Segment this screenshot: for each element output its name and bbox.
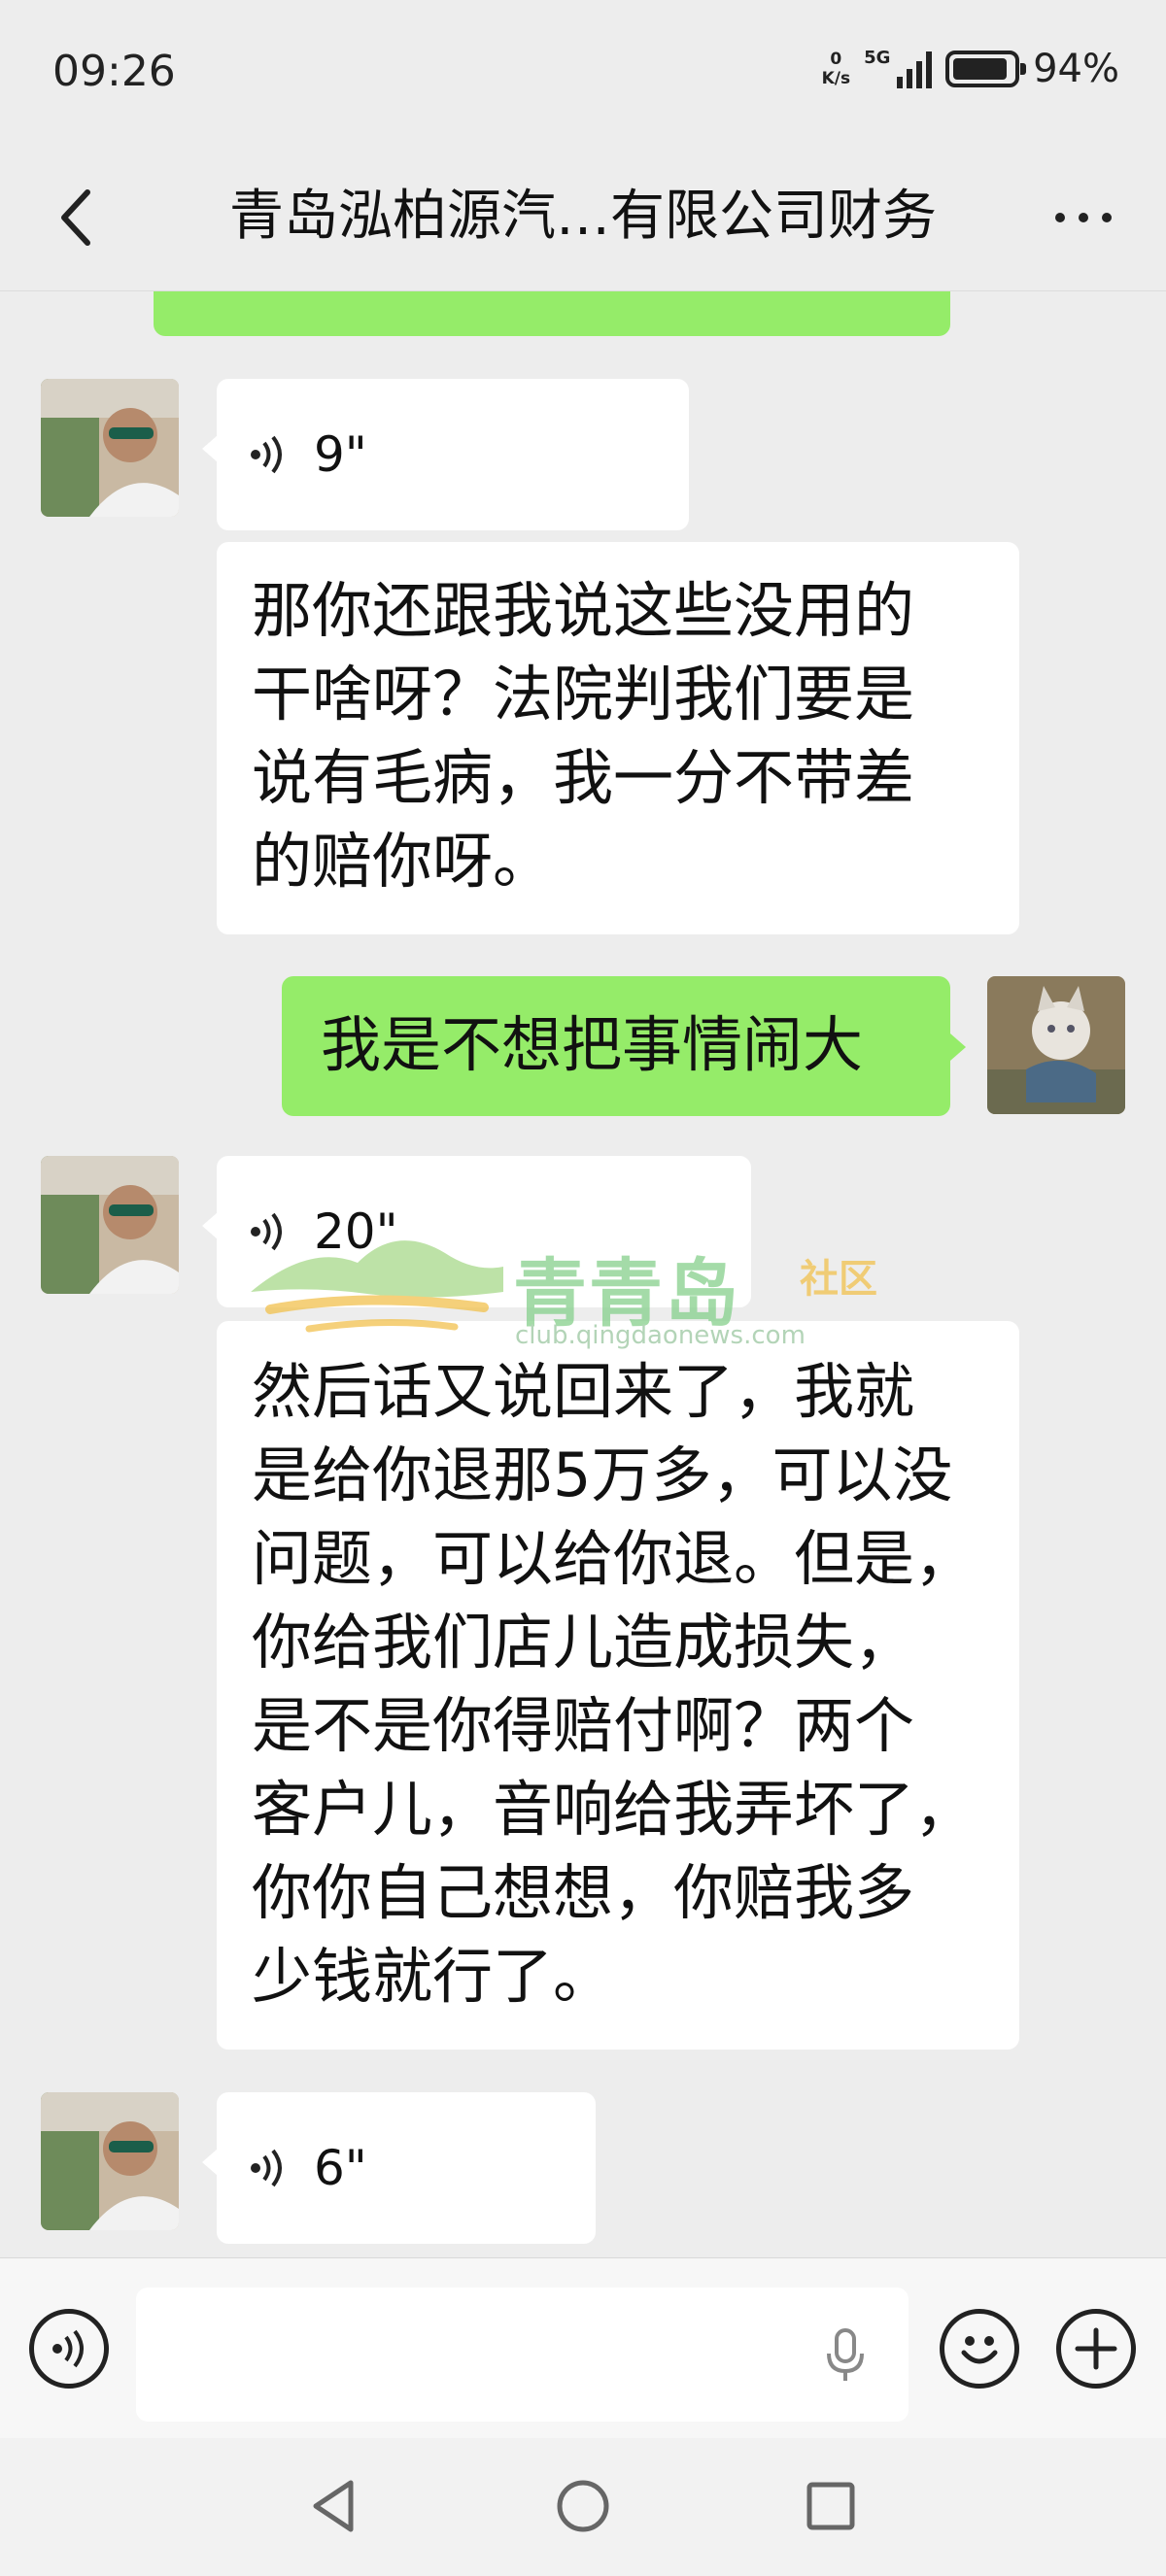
voice-wave-icon [251, 2149, 282, 2187]
signal-bar [897, 77, 904, 88]
message-input[interactable] [136, 2288, 909, 2422]
system-home-icon[interactable] [554, 2477, 612, 2535]
avatar[interactable] [41, 1156, 179, 1294]
avatar[interactable] [41, 2092, 179, 2230]
battery-icon [945, 51, 1027, 87]
network-type: 5G [864, 48, 891, 68]
status-bar: 09:26 0 K/s 5G 94% [0, 0, 1166, 146]
voice-message[interactable]: 9" [217, 379, 689, 530]
signal-icon: 5G [864, 48, 933, 88]
signal-bar [916, 61, 923, 88]
microphone-icon[interactable] [821, 2326, 870, 2385]
message-text: 我是不想把事情闹大 [321, 1009, 864, 1080]
message-bubble-outgoing[interactable]: 我是不想把事情闹大 [282, 976, 950, 1116]
chat-title: 青岛泓柏源汽…有限公司财务 [229, 185, 937, 248]
message-bubble-outgoing[interactable] [154, 291, 950, 336]
network-speed-unit: K/s [821, 69, 851, 88]
system-recents-icon[interactable] [802, 2477, 860, 2535]
network-speed-value: 0 [830, 50, 842, 69]
more-dots-icon[interactable] [1040, 181, 1127, 254]
chevron-left-icon[interactable] [47, 181, 105, 254]
input-bar [0, 2257, 1166, 2438]
voice-duration: 6" [314, 2140, 367, 2196]
message-list[interactable]: 9" 那你还跟我说这些没用的 干啥呀？法院判我们要是 说有毛病，我一分不带差 的… [0, 291, 1166, 2257]
system-navigation-bar [0, 2438, 1166, 2576]
voice-duration: 9" [314, 426, 367, 483]
status-time: 09:26 [52, 47, 176, 96]
emoji-icon[interactable] [940, 2309, 1019, 2389]
plus-icon[interactable] [1056, 2309, 1136, 2389]
avatar[interactable] [987, 976, 1125, 1114]
message-text: 那你还跟我说这些没用的 干啥呀？法院判我们要是 说有毛病，我一分不带差 的赔你呀… [252, 575, 915, 897]
chat-header: 青岛泓柏源汽…有限公司财务 [0, 146, 1166, 291]
voice-wave-icon [251, 435, 282, 474]
voice-message[interactable]: 20" [217, 1156, 751, 1307]
avatar[interactable] [41, 379, 179, 517]
voice-duration: 20" [314, 1203, 398, 1260]
message-text: 然后话又说回来了，我就 是给你退那5万多，可以没 问题，可以给你退。但是， 你给… [252, 1356, 976, 2012]
voice-mode-icon[interactable] [29, 2309, 109, 2389]
network-speed: 0 K/s [822, 50, 851, 88]
signal-bar [907, 69, 913, 88]
status-indicators: 0 K/s 5G 94% [822, 47, 1119, 91]
message-bubble-incoming[interactable]: 那你还跟我说这些没用的 干啥呀？法院判我们要是 说有毛病，我一分不带差 的赔你呀… [217, 542, 1019, 934]
signal-bar [926, 51, 933, 88]
battery-level: 94% [1033, 47, 1119, 91]
system-back-icon[interactable] [306, 2477, 364, 2535]
voice-wave-icon [251, 1212, 282, 1251]
message-bubble-incoming[interactable]: 然后话又说回来了，我就 是给你退那5万多，可以没 问题，可以给你退。但是， 你给… [217, 1321, 1019, 2050]
voice-message[interactable]: 6" [217, 2092, 596, 2244]
